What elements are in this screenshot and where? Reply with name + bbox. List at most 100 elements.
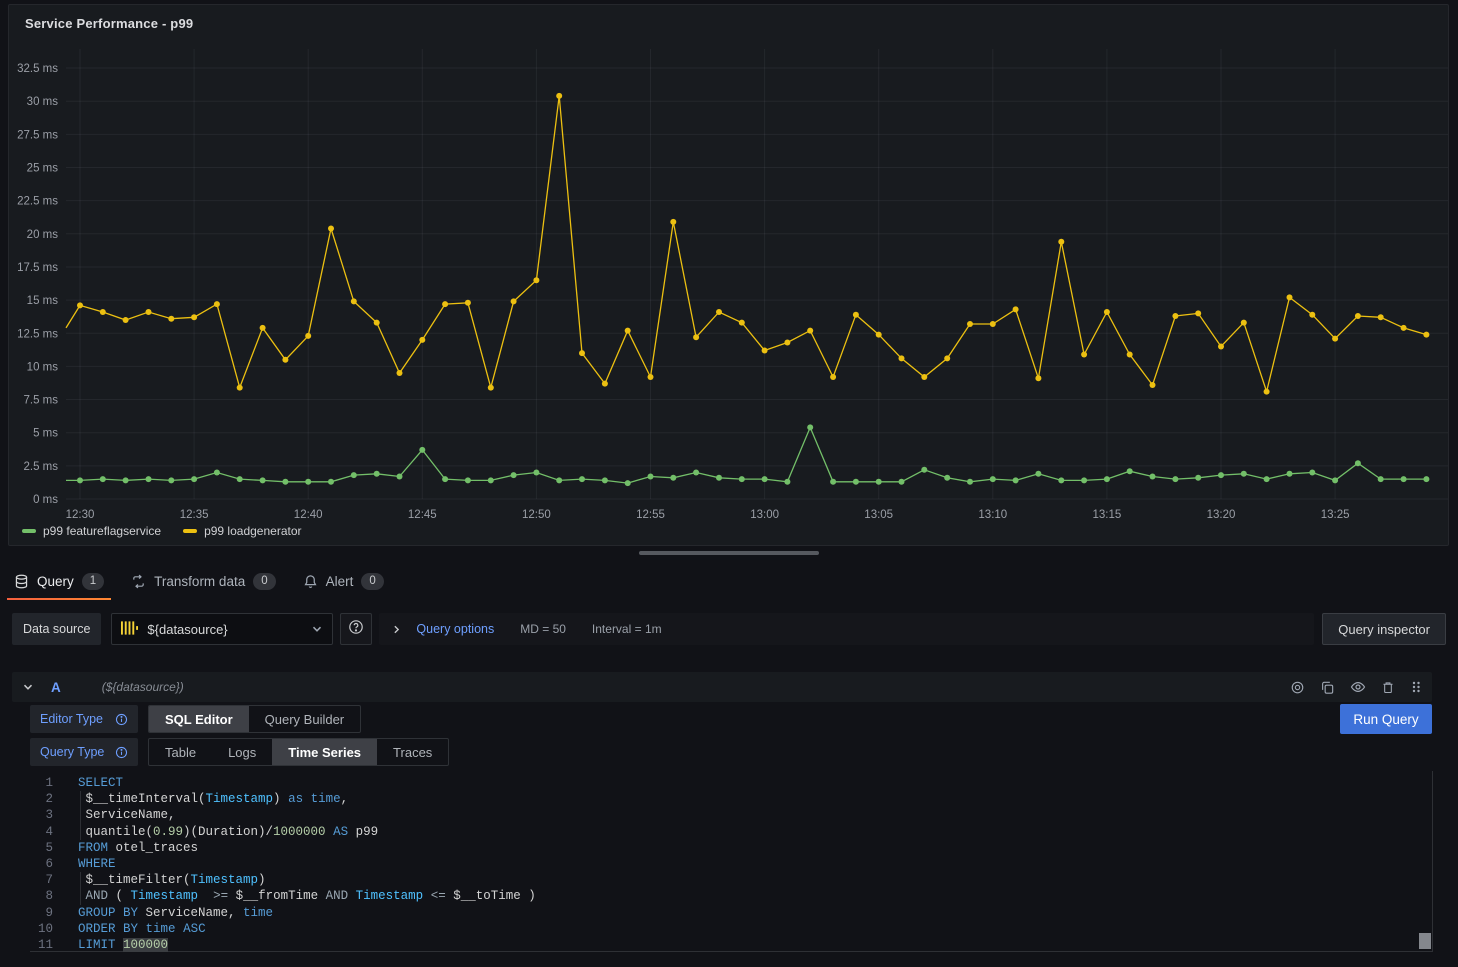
- sql-line: LIMIT 100000: [78, 937, 1416, 953]
- segment-logs[interactable]: Logs: [212, 739, 272, 765]
- legend-item-loadgenerator[interactable]: p99 loadgenerator: [183, 524, 301, 538]
- svg-text:0 ms: 0 ms: [33, 494, 58, 506]
- trash-icon[interactable]: [1381, 680, 1395, 695]
- svg-text:5 ms: 5 ms: [33, 428, 58, 440]
- chart-panel: Service Performance - p99 0 ms 2.5 ms 5 ms…: [8, 4, 1449, 546]
- query-type-label: Query Type: [40, 745, 104, 759]
- panel-edit-page: Service Performance - p99 0 ms 2.5 ms 5 ms…: [0, 0, 1458, 967]
- line-number-gutter: 1234567891011: [30, 775, 53, 953]
- legend-swatch-green: [22, 529, 36, 533]
- tab-transform-data[interactable]: Transform data 0: [124, 563, 282, 600]
- query-inspector-button[interactable]: Query inspector: [1322, 613, 1446, 645]
- tab-bar: Query 1 Transform data 0 A: [0, 563, 1458, 600]
- chevron-right-icon: [391, 624, 402, 635]
- sql-code: SELECT $__timeInterval(Timestamp) as tim…: [78, 775, 1416, 953]
- svg-text:12:35: 12:35: [180, 509, 209, 521]
- pane-resize-handle[interactable]: [639, 551, 819, 555]
- svg-text:30 ms: 30 ms: [27, 96, 59, 108]
- svg-text:13:20: 13:20: [1207, 509, 1236, 521]
- svg-text:12.5 ms: 12.5 ms: [17, 328, 58, 340]
- query-options-collapse[interactable]: Query options MD = 50 Interval = 1m: [379, 613, 1314, 645]
- tab-count-badge: 0: [253, 573, 275, 590]
- query-type-row: Query Type Table Logs Time Series Traces: [30, 738, 449, 766]
- sql-line: ORDER BY time ASC: [78, 921, 1416, 937]
- panel-title[interactable]: Service Performance - p99: [25, 16, 193, 31]
- query-options-link[interactable]: Query options: [416, 622, 494, 636]
- svg-text:12:30: 12:30: [66, 509, 95, 521]
- sql-line: GROUP BY ServiceName, time: [78, 905, 1416, 921]
- tab-alert[interactable]: Alert 0: [296, 563, 391, 600]
- legend-label: p99 loadgenerator: [204, 524, 301, 538]
- svg-text:17.5 ms: 17.5 ms: [17, 262, 58, 274]
- sql-line: $__timeInterval(Timestamp) as time,: [78, 791, 1416, 807]
- tab-count-badge: 1: [82, 573, 104, 590]
- interval-value: Interval = 1m: [592, 622, 662, 636]
- sql-line: SELECT: [78, 775, 1416, 791]
- data-source-picker[interactable]: ${datasource}: [111, 613, 333, 645]
- query-type-chip: Query Type: [30, 738, 138, 766]
- drag-handle-icon[interactable]: [1410, 680, 1422, 694]
- segment-table[interactable]: Table: [149, 739, 212, 765]
- svg-text:27.5 ms: 27.5 ms: [17, 129, 58, 141]
- sql-line: AND ( Timestamp >= $__fromTime AND Times…: [78, 888, 1416, 904]
- datasource-help-button[interactable]: [340, 613, 372, 645]
- query-ref-id: A: [51, 680, 61, 695]
- segment-time-series[interactable]: Time Series: [272, 739, 377, 765]
- svg-text:15 ms: 15 ms: [27, 295, 59, 307]
- tab-query[interactable]: Query 1: [7, 563, 111, 600]
- svg-text:22.5 ms: 22.5 ms: [17, 196, 58, 208]
- editor-type-segmented: SQL Editor Query Builder: [148, 705, 361, 733]
- svg-text:20 ms: 20 ms: [27, 229, 59, 241]
- editor-type-row: Editor Type SQL Editor Query Builder: [30, 705, 361, 733]
- run-query-button[interactable]: Run Query: [1340, 704, 1432, 734]
- svg-text:2.5 ms: 2.5 ms: [23, 461, 58, 473]
- sql-line: quantile(0.99)(Duration)/1000000 AS p99: [78, 824, 1416, 840]
- legend-swatch-yellow: [183, 529, 197, 533]
- collapse-chevron-icon[interactable]: [22, 681, 34, 693]
- tab-label: Transform data: [154, 574, 245, 589]
- sql-line: WHERE: [78, 856, 1416, 872]
- clickhouse-icon: [121, 621, 138, 638]
- legend-item-featureflagservice[interactable]: p99 featureflagservice: [22, 524, 161, 538]
- eye-icon[interactable]: [1350, 679, 1366, 695]
- record-icon[interactable]: [1290, 680, 1305, 695]
- svg-text:13:05: 13:05: [864, 509, 893, 521]
- copy-icon[interactable]: [1320, 680, 1335, 695]
- segment-traces[interactable]: Traces: [377, 739, 448, 765]
- segment-sql-editor[interactable]: SQL Editor: [149, 706, 249, 732]
- query-datasource-hint: (${datasource}): [102, 680, 184, 694]
- sql-line: ServiceName,: [78, 807, 1416, 823]
- sql-line: $__timeFilter(Timestamp): [78, 872, 1416, 888]
- data-source-value: ${datasource}: [147, 622, 227, 637]
- svg-text:10 ms: 10 ms: [27, 361, 59, 373]
- query-toolbar: Data source ${datasource}: [12, 613, 1446, 645]
- legend-label: p99 featureflagservice: [43, 524, 161, 538]
- svg-text:7.5 ms: 7.5 ms: [23, 395, 58, 407]
- info-circle-icon[interactable]: [115, 713, 128, 726]
- database-icon: [14, 574, 29, 589]
- svg-text:13:25: 13:25: [1321, 509, 1350, 521]
- chevron-down-icon: [311, 623, 323, 635]
- max-data-points-value: MD = 50: [520, 622, 566, 636]
- editor-type-label: Editor Type: [40, 712, 103, 726]
- data-source-label: Data source: [12, 613, 101, 645]
- sql-code-editor[interactable]: 1234567891011 SELECT $__timeInterval(Tim…: [30, 771, 1433, 952]
- svg-text:13:15: 13:15: [1093, 509, 1122, 521]
- segment-query-builder[interactable]: Query Builder: [249, 706, 360, 732]
- editor-scrollbar-thumb[interactable]: [1419, 933, 1431, 949]
- svg-text:32.5 ms: 32.5 ms: [17, 63, 58, 75]
- sql-line: FROM otel_traces: [78, 840, 1416, 856]
- tab-count-badge: 0: [361, 573, 383, 590]
- svg-text:12:55: 12:55: [636, 509, 665, 521]
- query-type-segmented: Table Logs Time Series Traces: [148, 738, 449, 766]
- chart-legend: p99 featureflagservice p99 loadgenerator: [22, 524, 302, 538]
- tab-label: Alert: [326, 574, 354, 589]
- svg-text:13:00: 13:00: [750, 509, 779, 521]
- info-circle-icon[interactable]: [115, 746, 128, 759]
- transform-icon: [131, 574, 146, 589]
- editor-type-chip: Editor Type: [30, 705, 138, 733]
- svg-text:12:40: 12:40: [294, 509, 323, 521]
- chart-svg: 0 ms 2.5 ms 5 ms 7.5 ms 10 ms 12.5 ms 15 ms 17.…: [9, 5, 1448, 545]
- query-row-header: A (${datasource}): [12, 672, 1432, 702]
- tab-label: Query: [37, 574, 74, 589]
